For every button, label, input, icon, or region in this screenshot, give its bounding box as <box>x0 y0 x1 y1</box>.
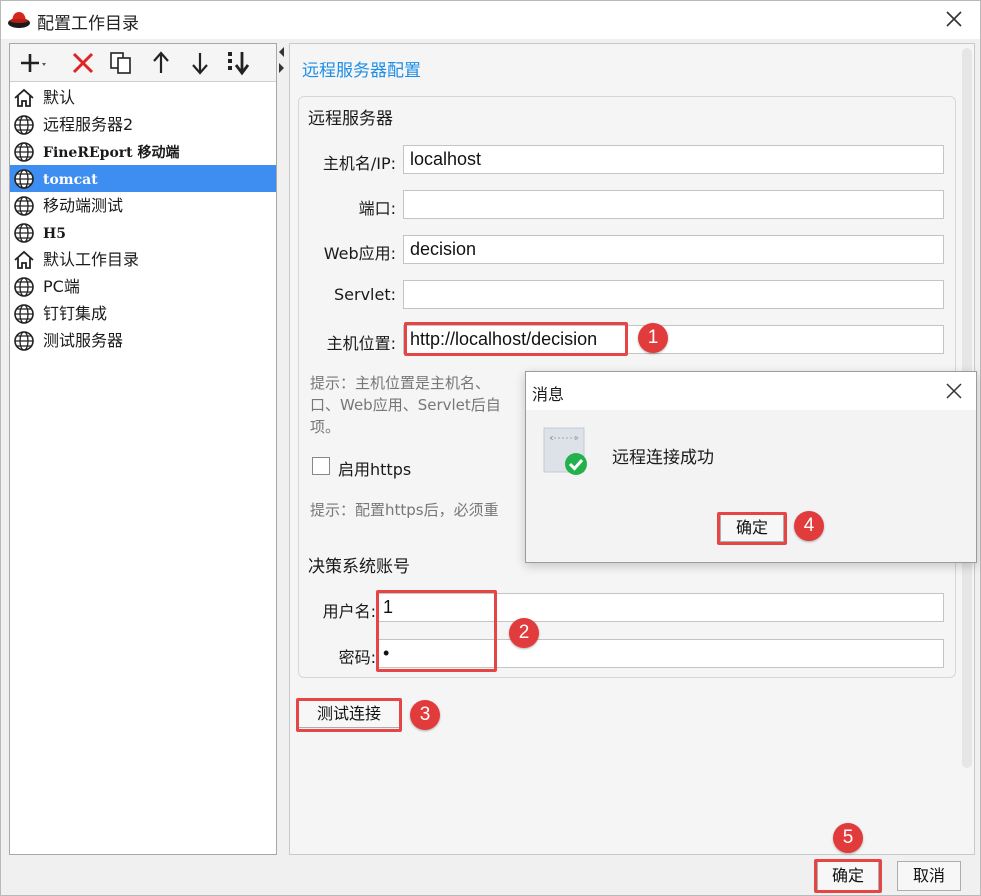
tree-item[interactable]: tomcat <box>10 165 276 192</box>
message-dialog-body: 远程连接成功 确定 4 <box>526 410 976 562</box>
tree-item-label: 远程服务器2 <box>43 115 134 134</box>
globe-icon <box>13 195 35 217</box>
hostname-input[interactable]: localhost <box>403 145 944 174</box>
annotation-box-2 <box>376 590 497 672</box>
copy-icon <box>110 52 131 74</box>
tree-item-label: FineREport 移动端 <box>43 145 180 161</box>
sort-button[interactable] <box>225 50 253 76</box>
annotation-box-5 <box>814 859 882 893</box>
globe-icon <box>13 276 35 298</box>
annotation-box-1 <box>404 322 628 356</box>
close-icon[interactable] <box>944 381 964 401</box>
globe-icon <box>13 168 35 190</box>
tree-item[interactable]: 默认工作目录 <box>10 246 276 273</box>
globe-icon <box>13 303 35 325</box>
tree-item-label: 移动端测试 <box>43 196 124 215</box>
message-dialog-titlebar: 消息 <box>526 372 976 410</box>
tree-item[interactable]: 远程服务器2 <box>10 111 276 138</box>
tree-item[interactable]: 默认 <box>10 84 276 111</box>
annotation-badge-1: 1 <box>638 323 668 353</box>
collapse-left-arrow-icon[interactable] <box>279 47 284 57</box>
footer-bar: 5 确定 取消 <box>1 823 980 895</box>
panel-splitter[interactable] <box>277 43 289 855</box>
location-label: 主机位置: <box>326 334 396 353</box>
move-down-icon <box>192 53 208 75</box>
directory-list-panel: 默认远程服务器2 FineREport 移动端 tomcat 移动端测试 H5 默认工作目… <box>9 43 277 855</box>
connection-success-icon <box>543 427 587 475</box>
home-icon <box>13 87 35 109</box>
globe-icon <box>13 114 35 136</box>
tree-item-label: 钉钉集成 <box>43 304 108 323</box>
tree-item[interactable]: 移动端测试 <box>10 192 276 219</box>
tree-item-label: 测试服务器 <box>43 331 124 350</box>
port-label: 端口: <box>358 199 396 218</box>
message-dialog-title: 消息 <box>532 385 565 404</box>
location-hint-line3: 项。 <box>310 418 341 436</box>
close-icon[interactable] <box>942 7 966 31</box>
location-hint-line2: 口、Web应用、Servlet后自 <box>310 396 501 414</box>
expand-right-arrow-icon[interactable] <box>279 63 284 73</box>
username-label: 用户名: <box>322 602 376 621</box>
section-title: 远程服务器配置 <box>302 61 421 81</box>
window-title: 配置工作目录 <box>37 14 139 34</box>
servlet-input[interactable] <box>403 280 944 309</box>
tree-item[interactable]: H5 <box>10 219 276 246</box>
annotation-badge-4: 4 <box>794 511 824 541</box>
tree-item[interactable]: PC端 <box>10 273 276 300</box>
https-hint: 提示：配置https后，必须重 <box>310 501 499 519</box>
webapp-label: Web应用: <box>323 244 396 263</box>
tree-item-label: tomcat <box>43 172 98 188</box>
annotation-badge-3: 3 <box>410 700 440 730</box>
move-up-button[interactable] <box>148 50 176 76</box>
home-icon <box>13 249 35 271</box>
port-input[interactable] <box>403 190 944 219</box>
footer-cancel-button[interactable]: 取消 <box>897 861 961 891</box>
config-workdir-window: 配置工作目录 默认 远程服务器2 FineREport 移动端 tomcat 移… <box>0 0 981 896</box>
tree-item[interactable]: 钉钉集成 <box>10 300 276 327</box>
https-label: 启用https <box>338 460 412 479</box>
message-dialog: 消息 远程连接成功 确定 4 <box>525 371 977 563</box>
webapp-input[interactable]: decision <box>403 235 944 264</box>
servlet-label: Servlet: <box>334 285 396 304</box>
tree-item-label: 默认工作目录 <box>43 250 140 269</box>
annotation-badge-5: 5 <box>833 823 863 853</box>
tree-item-label: PC端 <box>43 277 80 296</box>
app-logo-icon <box>8 12 30 28</box>
move-down-button[interactable] <box>187 50 215 76</box>
location-hint-line1: 提示：主机位置是主机名、 <box>310 374 491 392</box>
account-group-title: 决策系统账号 <box>308 557 410 577</box>
remote-server-group-title: 远程服务器 <box>308 109 393 129</box>
add-icon <box>21 54 46 72</box>
move-up-icon <box>153 51 169 73</box>
https-checkbox[interactable] <box>312 457 330 475</box>
add-button[interactable] <box>18 50 46 76</box>
globe-icon <box>13 330 35 352</box>
directory-tree: 默认远程服务器2 FineREport 移动端 tomcat 移动端测试 H5 默认工作目… <box>10 84 276 354</box>
directory-toolbar <box>10 44 276 82</box>
annotation-badge-2: 2 <box>509 618 539 648</box>
delete-button[interactable] <box>70 50 98 76</box>
tree-item-label: H5 <box>43 226 66 242</box>
delete-icon <box>72 52 94 74</box>
tree-item-label: 默认 <box>43 88 76 107</box>
annotation-box-3 <box>296 698 402 732</box>
password-label: 密码: <box>338 648 376 667</box>
tree-item[interactable]: FineREport 移动端 <box>10 138 276 165</box>
message-text: 远程连接成功 <box>612 448 714 468</box>
globe-icon <box>13 222 35 244</box>
tree-item[interactable]: 测试服务器 <box>10 327 276 354</box>
hostname-label: 主机名/IP: <box>322 154 396 173</box>
copy-button[interactable] <box>108 50 136 76</box>
globe-icon <box>13 141 35 163</box>
title-bar: 配置工作目录 <box>1 1 980 39</box>
annotation-box-4 <box>717 512 787 545</box>
sort-icon <box>228 52 250 76</box>
